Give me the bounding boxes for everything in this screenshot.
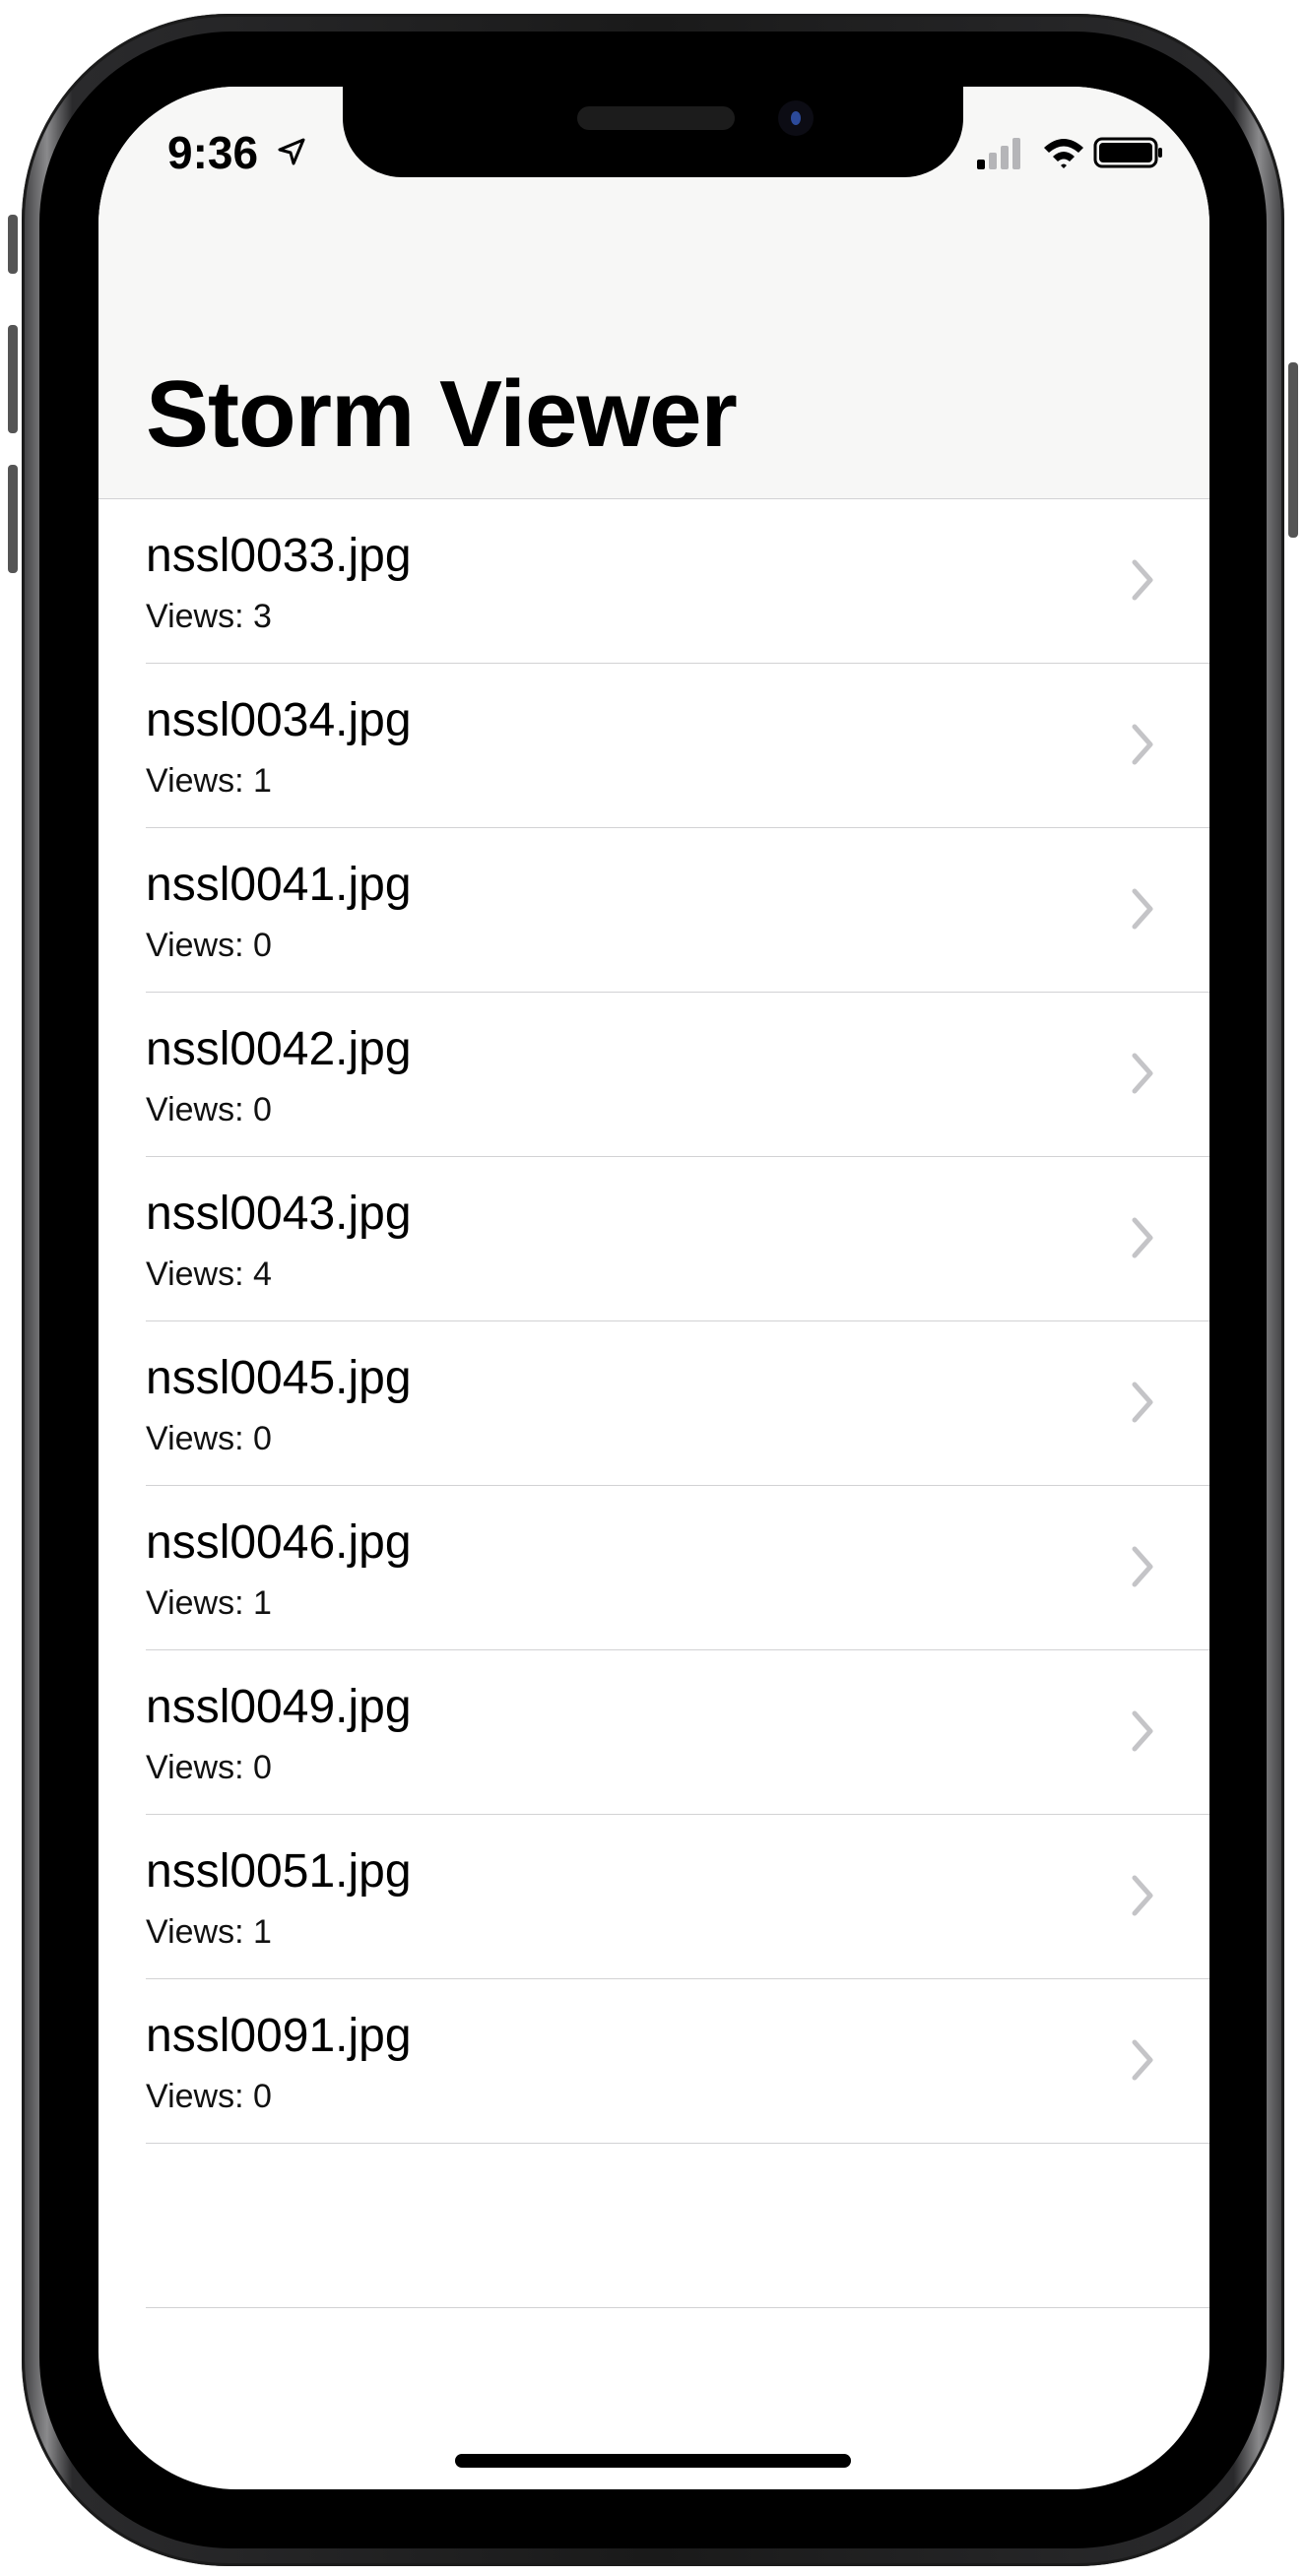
chevron-right-icon [1132,1217,1153,1258]
view-count: Views: 4 [146,1256,272,1293]
view-count: Views: 0 [146,1749,272,1786]
volume-up-button [8,325,18,433]
view-count: Views: 1 [146,1913,272,1951]
view-count: Views: 0 [146,927,272,964]
picture-name: nssl0051.jpg [146,1845,412,1898]
list-item[interactable]: nssl0045.jpg Views: 0 [98,1321,1209,1486]
picture-name: nssl0043.jpg [146,1188,412,1240]
navigation-bar: 9:36 Storm Viewer [98,87,1209,499]
view-count: Views: 3 [146,598,272,635]
view-count: Views: 1 [146,762,272,800]
empty-list-row [98,2144,1209,2308]
chevron-right-icon [1132,724,1153,765]
power-button [1288,362,1298,538]
speaker-grille [577,106,735,130]
chevron-right-icon [1132,1710,1153,1752]
picture-name: nssl0046.jpg [146,1516,412,1569]
front-camera [778,100,814,136]
list-item[interactable]: nssl0041.jpg Views: 0 [98,828,1209,993]
chevron-right-icon [1132,1546,1153,1587]
picture-name: nssl0033.jpg [146,530,412,582]
chevron-right-icon [1132,2039,1153,2081]
home-indicator[interactable] [455,2454,851,2468]
view-count: Views: 1 [146,1584,272,1622]
list-item[interactable]: nssl0034.jpg Views: 1 [98,664,1209,828]
status-time: 9:36 [167,127,259,178]
view-count: Views: 0 [146,2078,272,2115]
list-item[interactable]: nssl0091.jpg Views: 0 [98,1979,1209,2144]
page-title: Storm Viewer [146,361,738,467]
list-item[interactable]: nssl0046.jpg Views: 1 [98,1486,1209,1650]
list-item[interactable]: nssl0043.jpg Views: 4 [98,1157,1209,1321]
chevron-right-icon [1132,559,1153,601]
battery-icon [1093,137,1162,168]
phone-screen: 9:36 Storm Viewer nssl0033.jpg Views: 3 [98,87,1209,2489]
chevron-right-icon [1132,1875,1153,1916]
view-count: Views: 0 [146,1091,272,1128]
chevron-right-icon [1132,888,1153,930]
chevron-right-icon [1132,1382,1153,1423]
picture-name: nssl0041.jpg [146,859,412,911]
picture-name: nssl0034.jpg [146,694,412,746]
picture-list: nssl0033.jpg Views: 3 nssl0034.jpg Views… [98,499,1209,2308]
picture-name: nssl0045.jpg [146,1352,412,1404]
picture-name: nssl0091.jpg [146,2010,412,2062]
picture-name: nssl0049.jpg [146,1681,412,1733]
list-item[interactable]: nssl0033.jpg Views: 3 [98,499,1209,664]
volume-down-button [8,465,18,573]
location-arrow-icon [278,138,305,165]
list-item[interactable]: nssl0051.jpg Views: 1 [98,1815,1209,1979]
wifi-icon [1044,139,1083,168]
picture-name: nssl0042.jpg [146,1023,412,1075]
cellular-signal-icon [977,138,1020,169]
chevron-right-icon [1132,1053,1153,1094]
list-item[interactable]: nssl0042.jpg Views: 0 [98,993,1209,1157]
notch [343,87,963,177]
view-count: Views: 0 [146,1420,272,1457]
silent-switch [8,215,18,274]
list-item[interactable]: nssl0049.jpg Views: 0 [98,1650,1209,1815]
